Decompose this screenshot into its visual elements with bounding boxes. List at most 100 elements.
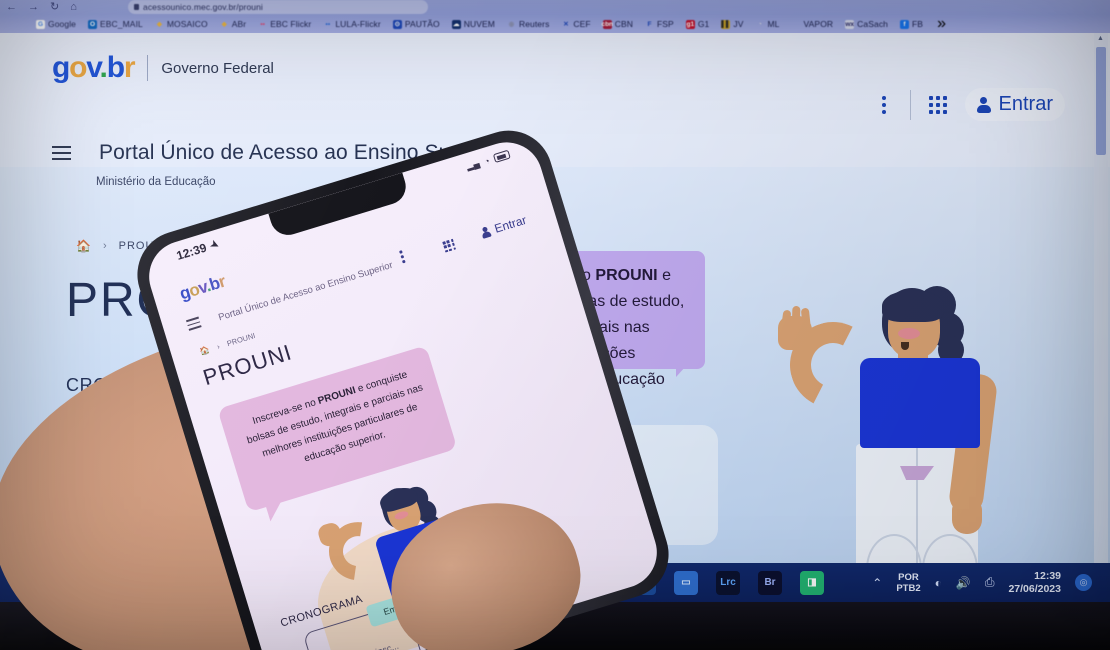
bookmark-label: Reuters [518,19,550,29]
bookmark-favicon-icon: ◆ [156,20,162,28]
wifi-icon[interactable]: ◐ [935,576,942,590]
bookmark-item[interactable]: ◆ ABr [214,19,252,29]
phone-apps-grid-icon[interactable] [442,238,457,253]
bookmark-label: FSP [656,19,674,29]
location-arrow-icon: ➤ [207,238,221,252]
bookmark-favicon-icon: ◔ [758,20,762,28]
bookmark-item[interactable]: ⊙ PAUTÃO [387,19,446,29]
battery-icon [492,149,511,163]
login-label: Entrar [998,93,1053,115]
phone-login-label: Entrar [492,212,529,236]
clock-time: 12:39 [1034,569,1061,582]
logo-b: b [106,51,125,84]
govbr-header: gov.br Governo Federal [52,53,274,83]
header-actions: Entrar [876,88,1065,121]
photo-of-monitor: ← → ↻ ⌂ acessounico.mec.gov.br/prouni GG… [0,0,1110,650]
apps-grid-icon[interactable] [928,95,947,114]
bookmark-item[interactable]: ▌▌ JV [715,19,749,29]
bookmark-item[interactable]: ☁ NUVEM [446,19,501,29]
back-arrow-icon[interactable]: ← [6,2,17,13]
bookmark-item[interactable]: ◆ MOSAICO [149,19,214,29]
breadcrumb-separator: › [102,240,107,252]
logo-v: v [86,51,100,84]
actions-divider [909,89,911,120]
phone-govbr-logo[interactable]: gov.br [177,272,227,305]
header-divider [147,55,149,81]
chevron-up-icon[interactable]: ⌃ [872,576,882,590]
bookmark-favicon-icon: ✕ [563,20,569,28]
phone-hamburger-icon[interactable] [185,316,202,331]
hero-illustration-woman-waving [770,278,1040,563]
bookmark-favicon-icon: f [900,19,909,29]
illustration-waving-hand [778,316,812,350]
illustration-pants-seam [916,446,918,563]
bookmark-favicon-icon: g1 [685,19,695,29]
bookmark-label: FB [912,19,924,29]
page-scrollbar[interactable]: ▲ [1094,33,1108,563]
ministry-label: Ministério da Educação [96,176,216,188]
bookmark-item[interactable]: G Google [30,19,82,29]
bookmark-item[interactable]: g1 G1 [680,19,716,29]
scrollbar-thumb[interactable] [1096,47,1106,155]
logo-r: r [123,51,136,84]
bookmark-item[interactable]: O EBC_MAIL [82,19,149,29]
address-bar[interactable]: acessounico.mec.gov.br/prouni [128,0,428,14]
printer-icon[interactable]: ⎙ [985,575,995,590]
bookmark-item[interactable]: VAPOR [786,19,840,29]
bookmark-item[interactable]: wx CaSach [839,19,894,29]
bookmark-favicon-icon: ☁ [451,19,461,29]
bookmark-item[interactable]: •• LULA-Flickr [317,19,387,29]
bookmark-item[interactable]: F FSP [639,19,680,29]
lock-icon [134,4,139,10]
bookmark-label: CEF [573,19,591,29]
taskbar-app-lightroom-classic[interactable]: Lrc [716,570,740,595]
bookmark-item[interactable]: ✕ CEF [555,19,596,29]
hero-line1c: e [657,267,671,284]
phone-login-button[interactable]: Entrar [479,213,528,240]
bookmark-item[interactable]: ◔ ML [750,19,786,29]
breadcrumb-separator: › [215,341,221,352]
bookmark-label: Google [48,19,77,29]
phone-status-time: 12:39 ➤ [175,237,220,263]
language-indicator[interactable]: POR PTB2 [896,572,920,594]
illustration-mouth [901,342,909,350]
illustration-cheek [898,328,920,339]
clock-date: 27/06/2023 [1008,582,1061,595]
bookmark-favicon-icon: G [36,19,45,29]
bookmark-item[interactable]: ◉ Reuters [501,19,555,29]
bookmark-favicon-icon: F [647,20,652,28]
bookmark-item[interactable]: •• EBC Flickr [252,19,317,29]
home-icon[interactable]: 🏠 [199,345,211,357]
notification-icon[interactable]: ◎ [1075,574,1092,591]
bookmark-label: G1 [697,19,710,29]
govbr-logo[interactable]: gov.br [52,51,136,84]
bookmark-item[interactable]: cbn CBN [597,19,639,29]
home-icon[interactable]: ⌂ [70,2,77,13]
bookmark-favicon-icon: ⊙ [392,19,402,29]
forward-arrow-icon[interactable]: → [28,2,39,13]
reload-icon[interactable]: ↻ [50,2,59,13]
taskbar-app-bridge[interactable]: Br [758,570,782,595]
illustration-hair-front [882,290,944,322]
bookmarks-overflow-icon[interactable]: » [929,15,946,33]
scroll-up-arrow[interactable]: ▲ [1097,35,1104,42]
hero-prouni-bold: PROUNI [595,267,658,284]
volume-icon[interactable]: 🔊 [956,576,971,590]
hamburger-menu-icon[interactable] [52,146,71,160]
bookmark-favicon-icon: ◆ [221,20,227,28]
taskbar-clock[interactable]: 12:39 27/06/2023 [1008,570,1061,596]
home-icon[interactable]: 🏠 [76,239,91,253]
bookmark-label: PAUTÃO [404,19,440,29]
taskbar-app-green-app[interactable]: ◨ [800,570,824,595]
bookmark-label: LULA-Flickr [335,19,381,29]
kebab-menu-icon[interactable] [876,92,892,118]
bookmark-favicon-icon: O [88,19,98,29]
phone-kebab-icon[interactable] [399,250,406,264]
bookmark-label: MOSAICO [166,19,208,29]
phone-speech-bubble-tail [265,501,286,522]
login-button[interactable]: Entrar [964,88,1065,121]
bookmark-favicon-icon: wx [845,19,855,29]
wifi-icon: ◔ [482,155,491,167]
bookmark-item[interactable]: f FB [894,19,929,29]
logo-o: o [69,51,87,84]
